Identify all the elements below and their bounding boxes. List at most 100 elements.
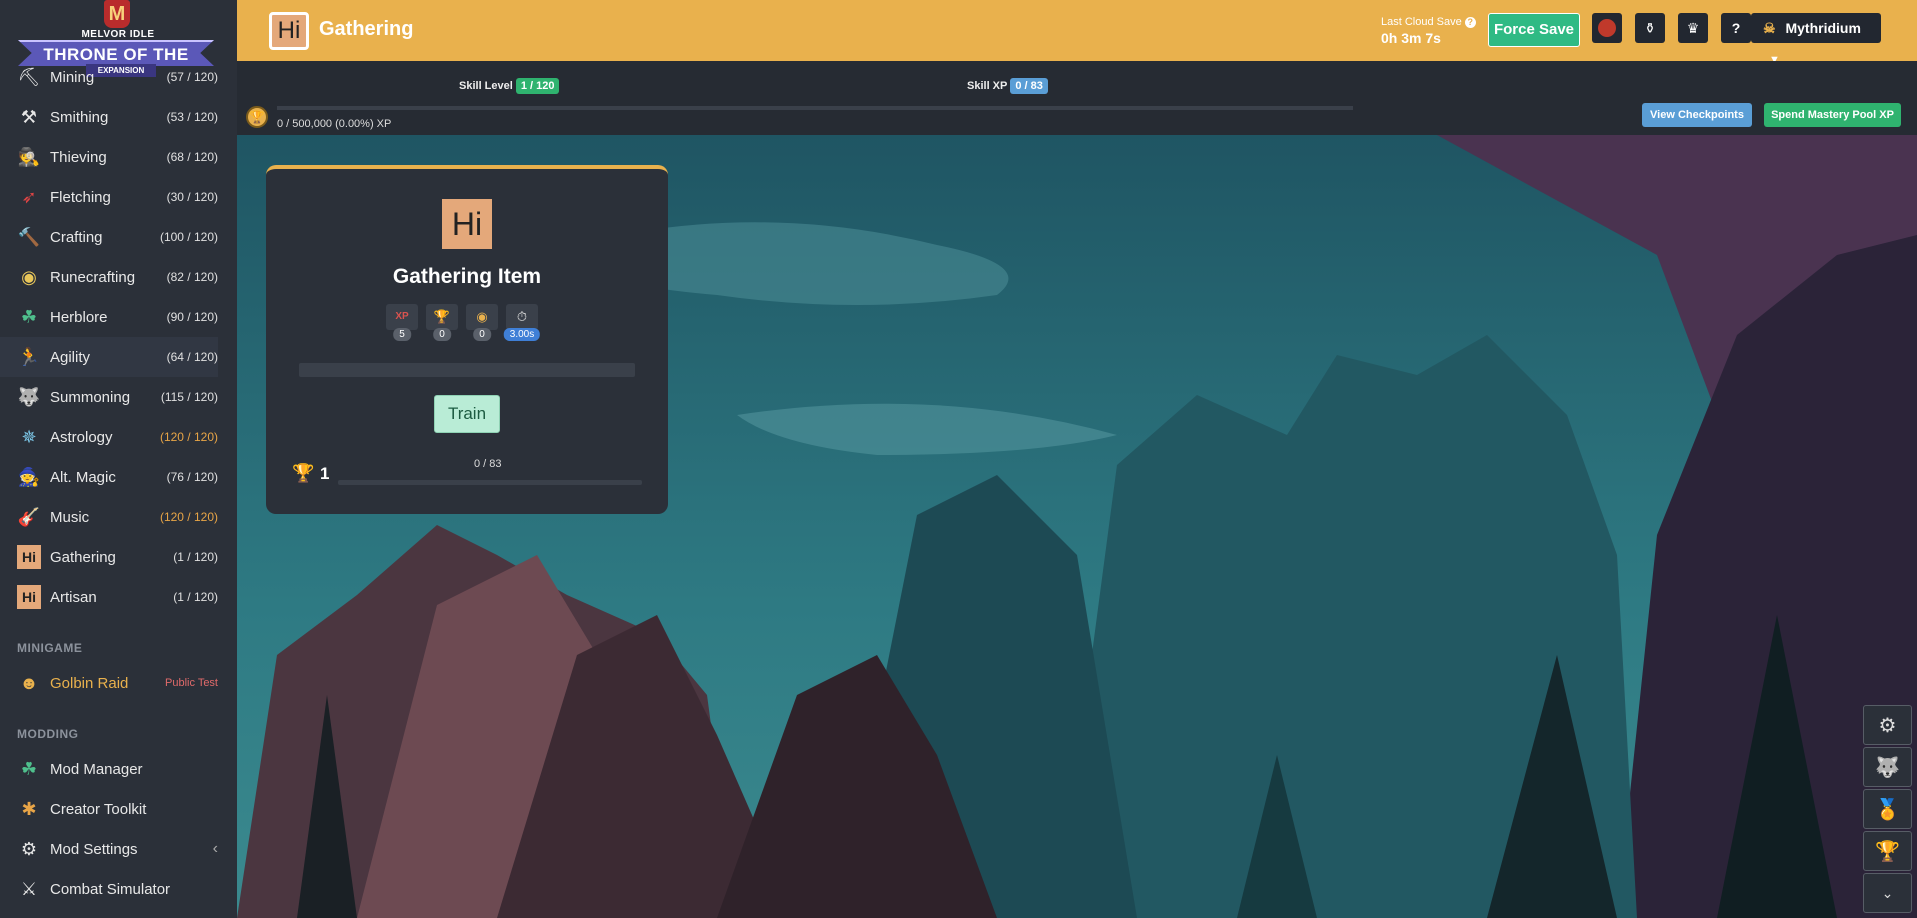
- sidebar-item-mining[interactable]: ⛏ Mining (57 / 120): [0, 57, 218, 97]
- achievements-button[interactable]: 🏅: [1863, 789, 1912, 829]
- star-wheel-icon: ✵: [21, 426, 37, 447]
- mastery-button[interactable]: 🏆: [1863, 831, 1912, 871]
- sidebar-item-level: (1 / 120): [173, 590, 218, 604]
- chevron-left-icon: ‹: [212, 840, 218, 857]
- sidebar-item-mod-settings[interactable]: ⚙ Mod Settings ‹: [0, 829, 218, 869]
- runner-icon: 🏃: [17, 346, 41, 367]
- item-icon: Hi: [442, 199, 492, 249]
- sidebar-item-label: Mod Settings: [50, 840, 138, 858]
- gear-icon: ⚙: [1878, 714, 1897, 737]
- potion-icon[interactable]: ⚱: [1635, 13, 1665, 43]
- sidebar-item-thieving[interactable]: 🕵 Thieving (68 / 120): [0, 137, 218, 177]
- interval-value: 3.00s: [503, 328, 541, 341]
- stopwatch-icon: ⏱: [506, 304, 538, 330]
- sidebar-item-label: Alt. Magic: [50, 468, 116, 486]
- sidebar-item-herblore[interactable]: ☘ Herblore (90 / 120): [0, 297, 218, 337]
- sidebar-item-mod-manager[interactable]: ☘ Mod Manager: [0, 749, 218, 789]
- hi-badge-icon: Hi: [16, 544, 42, 570]
- cloud-save-time: 0h 3m 7s: [1381, 30, 1441, 46]
- sidebar-item-crafting[interactable]: 🔨 Crafting (100 / 120): [0, 217, 218, 257]
- help-circle-icon[interactable]: ?: [1464, 17, 1476, 28]
- header-bar: Hi Gathering Last Cloud Save ? 0h 3m 7s …: [237, 0, 1917, 66]
- pool-xp-stat: ◉ 0: [466, 304, 498, 341]
- section-header-minigame: MINIGAME: [17, 641, 83, 655]
- sidebar-item-label: Mining: [50, 68, 95, 86]
- interval-stat: ⏱ 3.00s: [503, 304, 541, 341]
- sidebar-item-fletching[interactable]: ➶ Fletching (30 / 120): [0, 177, 218, 217]
- sidebar-item-label: Mod Manager: [50, 760, 143, 778]
- golbin-icon: ☻: [19, 672, 39, 693]
- trophy-icon: 🏆: [1875, 840, 1900, 863]
- sidebar-item-label: Crafting: [50, 228, 103, 246]
- sidebar-item-level: (120 / 120): [159, 510, 218, 524]
- medal-icon: 🏅: [1875, 798, 1900, 821]
- crown-icon[interactable]: ♛: [1678, 13, 1708, 43]
- sidebar-item-level: (115 / 120): [160, 390, 218, 404]
- sidebar-item-label: Combat Simulator: [50, 880, 171, 898]
- crest-icon: M: [104, 0, 130, 28]
- sidebar-item-level: (57 / 120): [166, 70, 218, 84]
- sidebar-item-label: Gathering: [50, 548, 116, 566]
- sidebar-item-runecrafting[interactable]: ◉ Runecrafting (82 / 120): [0, 257, 218, 297]
- sidebar-item-label: Runecrafting: [50, 268, 136, 286]
- help-button[interactable]: ?: [1721, 13, 1751, 43]
- sidebar-item-gathering[interactable]: Hi Gathering (1 / 120): [0, 537, 218, 577]
- user-menu-button[interactable]: ☠ Mythridium ▼: [1751, 13, 1881, 66]
- sidebar-item-level: (76 / 120): [166, 470, 218, 484]
- section-header-modding: MODDING: [17, 727, 79, 741]
- mastery-pool-progress-bar: [277, 106, 1353, 110]
- sidebar-item-label: Astrology: [50, 428, 113, 446]
- item-name: Gathering Item: [392, 265, 542, 288]
- wolf-icon: 🐺: [17, 386, 41, 407]
- guitar-icon: 🎸: [17, 506, 41, 527]
- sidebar-item-artisan[interactable]: Hi Artisan (1 / 120): [0, 577, 218, 617]
- wolf-icon: 🐺: [1875, 756, 1900, 779]
- action-card: Hi Gathering Item XP 5 🏆 0 ◉ 0 ⏱ 3.00s T…: [266, 165, 668, 514]
- sidebar-item-label: Agility: [50, 348, 91, 366]
- summoning-button[interactable]: 🐺: [1863, 747, 1912, 787]
- swords-icon: ⚔: [20, 878, 38, 899]
- skill-level-label: Skill Level: [459, 80, 513, 92]
- skill-xp-display: Skill XP 0 / 83: [967, 78, 1048, 94]
- cloud-save-status: Last Cloud Save ? 0h 3m 7s: [1381, 16, 1476, 46]
- sidebar-item-level: (68 / 120): [166, 150, 218, 164]
- sidebar-item-combat-simulator[interactable]: ⚔ Combat Simulator: [0, 869, 218, 909]
- sidebar-item-label: Music: [50, 508, 90, 526]
- hi-badge-text: Hi: [17, 585, 41, 609]
- anvil-icon: ⚒: [20, 106, 38, 127]
- sidebar-item-label: Creator Toolkit: [50, 800, 147, 818]
- action-progress-bar: [299, 363, 635, 377]
- sidebar-item-level: (53 / 120): [166, 110, 218, 124]
- sidebar-item-alt-magic[interactable]: 🧙 Alt. Magic (76 / 120): [0, 457, 218, 497]
- mastery-progress-bar: [338, 480, 642, 485]
- mastery-xp-value: 0: [433, 328, 451, 341]
- sidebar-item-level: (1 / 120): [173, 550, 218, 564]
- rune-icon: ◉: [21, 266, 37, 287]
- skull-icon: ☠: [1763, 20, 1776, 36]
- sidebar: M MELVOR IDLE THRONE OF THE HERALD EXPAN…: [0, 0, 237, 918]
- hammer-icon: 🔨: [17, 226, 41, 247]
- red-creature-icon[interactable]: [1592, 13, 1622, 43]
- mastery-xp-stat: 🏆 0: [426, 304, 458, 341]
- sidebar-item-label: Smithing: [50, 108, 109, 126]
- skill-level-value: 1 / 120: [515, 78, 560, 94]
- spend-mastery-pool-button[interactable]: Spend Mastery Pool XP: [1764, 103, 1901, 127]
- sidebar-item-music[interactable]: 🎸 Music (120 / 120): [0, 497, 218, 537]
- mastery-pool-icon: 🏆: [246, 106, 268, 128]
- logo-brand: MELVOR IDLE: [81, 29, 155, 40]
- sidebar-item-level: (100 / 120): [159, 230, 218, 244]
- sidebar-item-level: (64 / 120): [166, 350, 218, 364]
- collapse-button[interactable]: ⌄: [1863, 873, 1912, 913]
- sidebar-item-golbin-raid[interactable]: ☻ Golbin Raid Public Test: [0, 663, 218, 703]
- sidebar-item-astrology[interactable]: ✵ Astrology (120 / 120): [0, 417, 218, 457]
- toolkit-icon: ✱: [21, 798, 37, 819]
- sidebar-item-creator-toolkit[interactable]: ✱ Creator Toolkit: [0, 789, 218, 829]
- force-save-button[interactable]: Force Save: [1488, 13, 1580, 47]
- train-button[interactable]: Train: [434, 395, 500, 433]
- sidebar-item-level: (30 / 120): [166, 190, 218, 204]
- sidebar-item-agility[interactable]: 🏃 Agility (64 / 120): [0, 337, 218, 377]
- settings-gear-button[interactable]: ⚙: [1863, 705, 1912, 745]
- sidebar-item-smithing[interactable]: ⚒ Smithing (53 / 120): [0, 97, 218, 137]
- view-checkpoints-button[interactable]: View Checkpoints: [1642, 103, 1752, 127]
- sidebar-item-summoning[interactable]: 🐺 Summoning (115 / 120): [0, 377, 218, 417]
